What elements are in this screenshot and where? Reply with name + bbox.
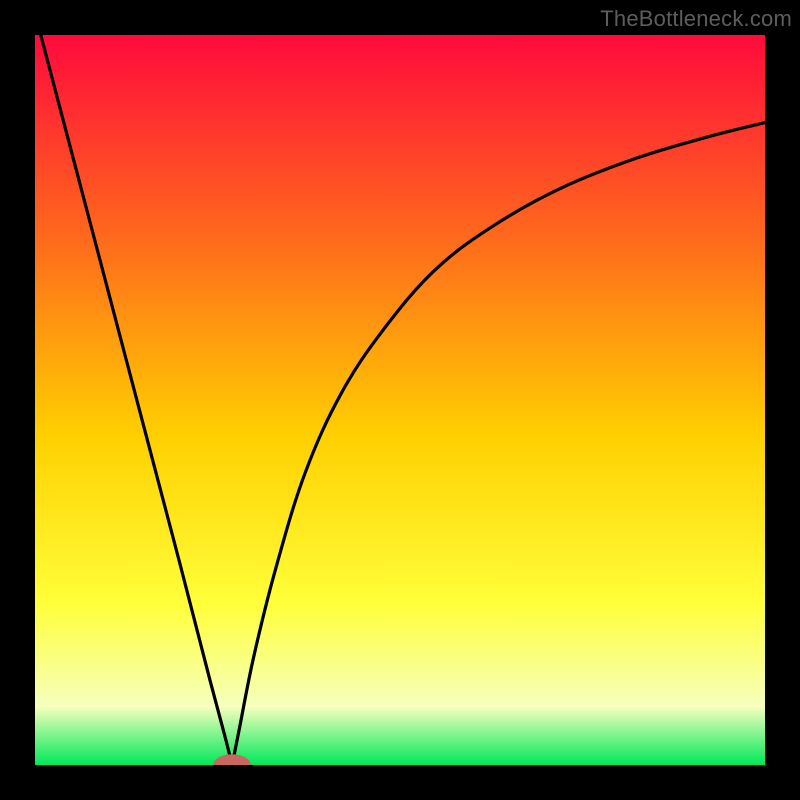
chart-frame	[35, 35, 765, 765]
gradient-background	[35, 35, 765, 765]
bottleneck-chart	[35, 35, 765, 765]
watermark-text: TheBottleneck.com	[600, 6, 792, 32]
